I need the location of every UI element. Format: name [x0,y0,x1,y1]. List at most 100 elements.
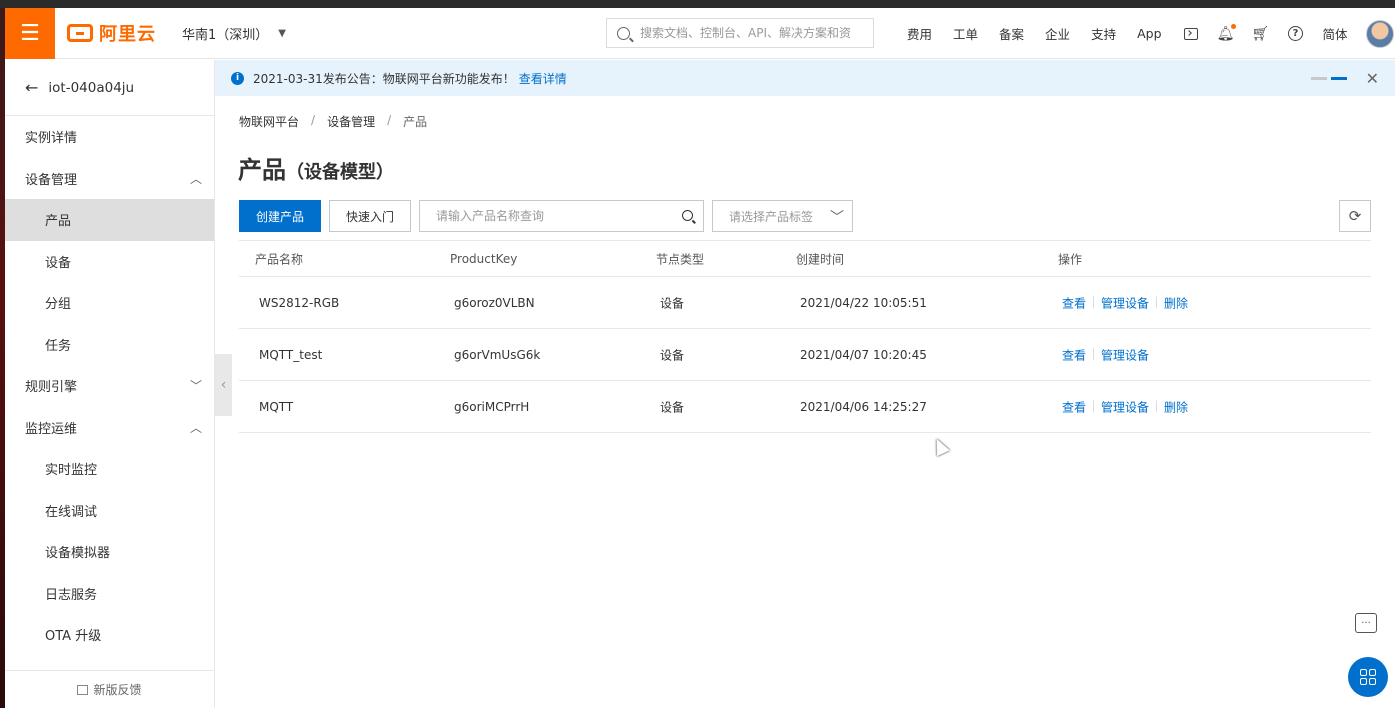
breadcrumb-device-management[interactable]: 设备管理 [327,113,375,130]
sidebar-item-label: 规则引擎 [25,380,78,396]
sidebar-item-label: 设备 [45,255,72,271]
cell-actions: 查看 管理设备 删除 [1062,294,1188,311]
sidebar-item-products[interactable]: 产品 [5,199,214,241]
back-arrow-icon[interactable]: ← [25,78,38,97]
sidebar-item-online-debug[interactable]: 在线调试 [5,490,214,532]
cell-product-key: g6oroz0VLBN [454,295,535,310]
cell-product-key: g6orVmUsG6k [454,347,541,362]
chevron-up-icon: ︿ [189,171,202,186]
sidebar-item-label: OTA 升级 [45,629,102,645]
sidebar: ← iot-040a04ju 实例详情 设备管理 ︿ 产品 设备 分组 任务 规则… [5,60,215,708]
sidebar-item-rule-engine[interactable]: 规则引擎 ﹀ [5,365,214,407]
nav-support[interactable]: 支持 [1091,24,1116,43]
page-title: 产品（设备模型） [238,150,394,185]
sidebar-item-label: 监控运维 [25,421,78,437]
avatar[interactable] [1365,19,1394,48]
cell-node-type: 设备 [660,400,685,414]
product-tag-select[interactable]: 请选择产品标签 ﹀ [712,200,853,232]
apps-button[interactable] [1348,657,1388,697]
help-button[interactable]: ? [1288,26,1304,42]
mouse-cursor-icon [930,435,950,457]
cell-product-name: WS2812-RGB [259,295,340,310]
breadcrumb-separator: / [311,113,316,127]
sidebar-header: ← iot-040a04ju [5,60,214,116]
close-icon[interactable]: ✕ [1366,69,1379,88]
sidebar-item-label: 产品 [45,214,72,230]
sidebar-item-device-management[interactable]: 设备管理 ︿ [5,158,214,200]
feedback-label: 新版反馈 [93,683,142,697]
aliyun-logo[interactable]: 阿里云 [67,20,156,46]
create-product-button[interactable]: 创建产品 [239,200,321,232]
cloud-shell-button[interactable] [1183,26,1199,42]
product-search-input[interactable] [436,209,676,223]
breadcrumb-iot-platform[interactable]: 物联网平台 [239,113,299,130]
cell-node-type: 设备 [660,348,685,362]
announcement-link[interactable]: 查看详情 [519,70,567,87]
manage-devices-link[interactable]: 管理设备 [1101,398,1149,415]
delete-link[interactable]: 删除 [1164,294,1188,311]
sidebar-item-devices[interactable]: 设备 [5,241,214,283]
divider [1093,400,1095,413]
region-label: 华南1（深圳） [182,27,269,43]
sidebar-item-instance-detail[interactable]: 实例详情 [5,116,214,158]
sidebar-item-tasks[interactable]: 任务 [5,324,214,366]
sidebar-collapse-toggle[interactable]: ‹ [215,354,232,416]
header-node-type: 节点类型 [656,252,705,266]
sidebar-item-log-service[interactable]: 日志服务 [5,573,214,615]
sidebar-item-monitoring[interactable]: 监控运维 ︿ [5,407,214,449]
sidebar-item-realtime-monitor[interactable]: 实时监控 [5,448,214,490]
global-search-input[interactable] [640,26,855,40]
cart-button[interactable]: 🛒︎ [1252,26,1270,42]
manage-devices-link[interactable]: 管理设备 [1101,294,1149,311]
sidebar-item-label: 日志服务 [45,587,98,603]
nav-fees[interactable]: 费用 [907,24,932,43]
toolbar: 创建产品 快速入门 请选择产品标签 ﹀ [239,200,853,232]
language-switch[interactable]: 简体 [1323,24,1348,43]
view-link[interactable]: 查看 [1062,346,1086,363]
cell-created-time: 2021/04/07 10:20:45 [800,347,927,362]
announcement-page-2[interactable] [1331,77,1347,80]
sidebar-item-label: 实时监控 [45,463,98,479]
nav-app[interactable]: App [1137,26,1161,41]
announcement-pager [1307,77,1347,80]
chat-icon[interactable]: ··· [1355,613,1377,633]
refresh-icon: ⟳ [1348,207,1362,225]
sidebar-item-ota[interactable]: OTA 升级 [5,614,214,656]
help-icon: ? [1288,26,1303,41]
region-selector[interactable]: 华南1（深圳） ▼ [182,24,286,43]
cell-actions: 查看 管理设备 删除 [1062,398,1188,415]
view-link[interactable]: 查看 [1062,294,1086,311]
chevron-down-icon: ﹀ [189,379,202,394]
header-actions: 操作 [1058,252,1083,266]
search-icon[interactable] [682,210,693,221]
hamburger-icon[interactable]: ☰ [5,7,55,59]
page-title-sub: （设备模型） [286,162,394,183]
refresh-button[interactable]: ⟳ [1339,200,1371,232]
sidebar-item-label: 实例详情 [25,131,78,147]
divider [1156,400,1158,413]
manage-devices-link[interactable]: 管理设备 [1101,346,1149,363]
global-search[interactable] [606,18,874,48]
cell-created-time: 2021/04/06 14:25:27 [800,399,927,414]
quickstart-button[interactable]: 快速入门 [329,200,411,232]
top-bar: ☰ 阿里云 华南1（深圳） ▼ 费用 工单 备案 企业 支持 App 🔔︎ 🛒︎… [5,7,1395,59]
nav-enterprise[interactable]: 企业 [1045,24,1070,43]
nav-tickets[interactable]: 工单 [953,24,978,43]
header-created-time: 创建时间 [796,252,845,266]
sidebar-item-groups[interactable]: 分组 [5,282,214,324]
announcement-bar: i 2021-03-31发布公告：物联网平台新功能发布！ 查看详情 ✕ [215,60,1395,96]
table-row: MQTT g6oriMCPrrH 设备 2021/04/06 14:25:27 … [239,381,1371,433]
feedback-link[interactable]: 新版反馈 [5,670,214,708]
product-table: 产品名称 ProductKey 节点类型 创建时间 操作 WS2812-RGB … [239,240,1371,433]
sidebar-item-device-simulator[interactable]: 设备模拟器 [5,531,214,573]
view-link[interactable]: 查看 [1062,398,1086,415]
nav-icp[interactable]: 备案 [999,24,1024,43]
cell-product-name: MQTT [259,399,294,414]
announcement-page-1[interactable] [1311,77,1327,80]
cell-actions: 查看 管理设备 [1062,346,1149,363]
notification-button[interactable]: 🔔︎ [1217,23,1236,42]
table-row: MQTT_test g6orVmUsG6k 设备 2021/04/07 10:2… [239,329,1371,381]
divider [1093,348,1095,361]
search-icon [617,26,630,40]
delete-link[interactable]: 删除 [1164,398,1188,415]
